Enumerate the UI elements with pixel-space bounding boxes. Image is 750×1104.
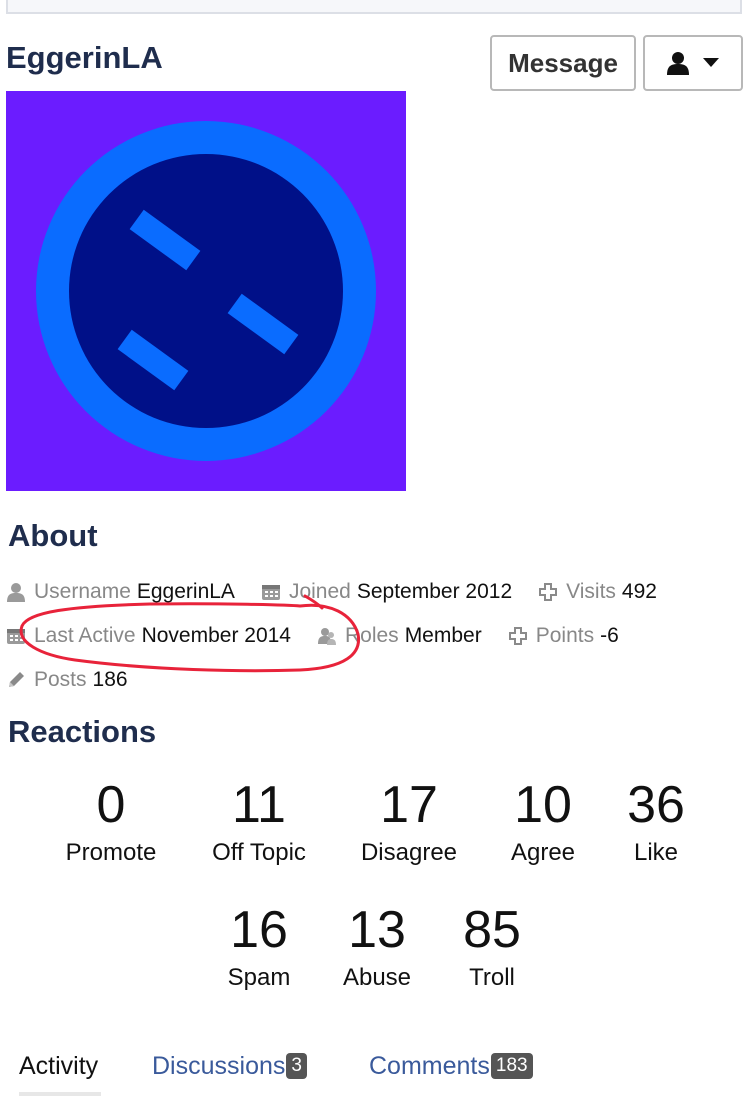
meta-visits: Visits 492 bbox=[538, 580, 657, 604]
plus-icon bbox=[508, 626, 528, 646]
pencil-icon bbox=[6, 670, 26, 690]
reaction-disagree[interactable]: 17 Disagree bbox=[361, 776, 457, 868]
tab-comments[interactable]: Comments 183 bbox=[369, 1046, 533, 1086]
profile-tabs: Activity Discussions 3 Comments 183 bbox=[0, 1040, 750, 1104]
reactions-heading: Reactions bbox=[8, 714, 157, 749]
message-button[interactable]: Message bbox=[490, 35, 636, 91]
profile-page: EggerinLA Message About Username Eggerin… bbox=[0, 0, 750, 1104]
discussions-count-badge: 3 bbox=[286, 1053, 307, 1079]
active-tab-indicator bbox=[19, 1092, 101, 1096]
reactions-row-2: 16 Spam 13 Abuse 85 Troll bbox=[0, 901, 750, 1011]
user-options-button[interactable] bbox=[643, 35, 743, 91]
plus-icon bbox=[538, 582, 558, 602]
calendar-icon bbox=[6, 626, 26, 646]
meta-roles: Roles Member bbox=[317, 624, 482, 648]
chevron-down-icon bbox=[703, 58, 719, 68]
reaction-abuse[interactable]: 13 Abuse bbox=[343, 901, 411, 993]
meta-points: Points -6 bbox=[508, 624, 619, 648]
about-heading: About bbox=[8, 518, 98, 553]
reaction-troll[interactable]: 85 Troll bbox=[463, 901, 521, 993]
avatar bbox=[6, 91, 406, 491]
reaction-agree[interactable]: 10 Agree bbox=[511, 776, 575, 868]
top-panel bbox=[6, 0, 742, 14]
comments-count-badge: 183 bbox=[490, 1053, 533, 1079]
reaction-spam[interactable]: 16 Spam bbox=[228, 901, 291, 993]
tab-activity[interactable]: Activity bbox=[19, 1046, 98, 1086]
meta-username: Username EggerinLA bbox=[6, 580, 235, 604]
meta-joined: Joined September 2012 bbox=[261, 580, 512, 604]
reactions-row-1: 0 Promote 11 Off Topic 17 Disagree 10 Ag… bbox=[0, 776, 750, 886]
tab-discussions[interactable]: Discussions 3 bbox=[152, 1046, 307, 1086]
user-icon bbox=[6, 582, 26, 602]
meta-last-active: Last Active November 2014 bbox=[6, 624, 291, 648]
reaction-like[interactable]: 36 Like bbox=[627, 776, 685, 868]
about-row-2: Last Active November 2014 Roles Member P… bbox=[6, 621, 645, 651]
about-row-1: Username EggerinLA Joined September 2012… bbox=[6, 577, 683, 607]
reaction-off-topic[interactable]: 11 Off Topic bbox=[212, 776, 306, 868]
meta-posts: Posts 186 bbox=[6, 668, 128, 692]
roles-icon bbox=[317, 626, 337, 646]
user-icon bbox=[667, 51, 689, 75]
calendar-icon bbox=[261, 582, 281, 602]
about-row-3: Posts 186 bbox=[6, 665, 154, 695]
reaction-promote[interactable]: 0 Promote bbox=[66, 776, 157, 868]
profile-name: EggerinLA bbox=[6, 40, 163, 75]
